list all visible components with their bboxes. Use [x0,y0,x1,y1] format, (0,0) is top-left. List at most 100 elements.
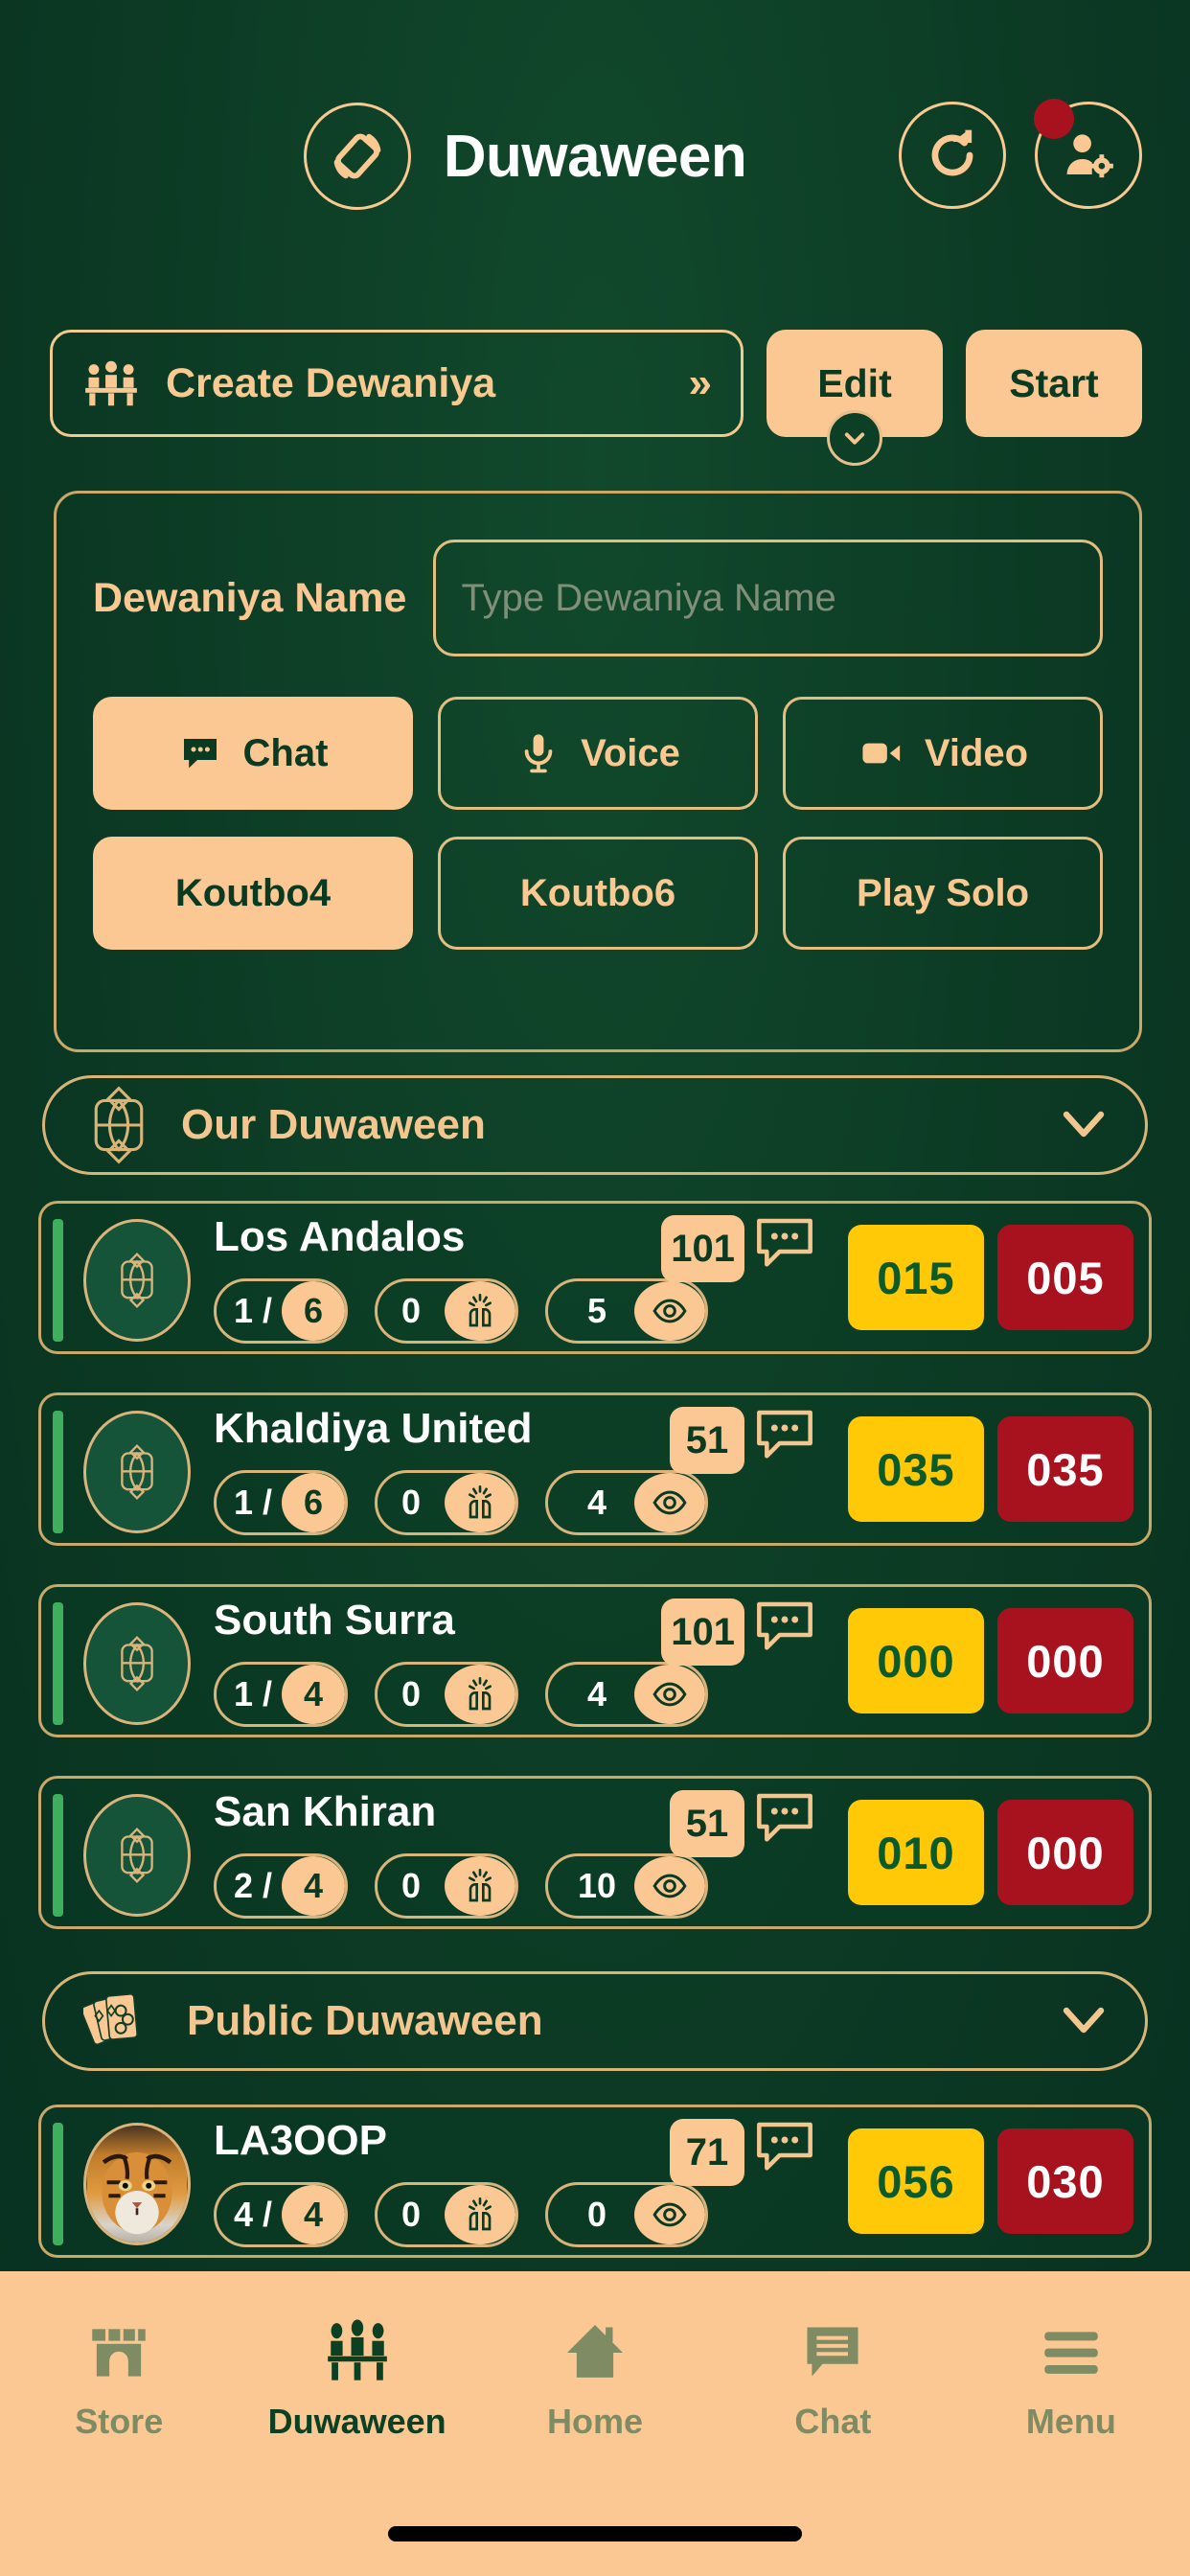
profile-settings-button[interactable] [1034,99,1142,209]
mode-option-voice[interactable]: Voice [438,697,758,810]
game-option-play-solo[interactable]: Play Solo [783,837,1103,950]
message-count-badge: 101 [661,1215,744,1282]
table-row[interactable]: LA3OOP 4 / 4 0 0 71 056 030 [38,2104,1152,2258]
chat-bubble-icon [807,2327,858,2377]
claps-count: 0 [400,1291,422,1330]
chat-bubble-icon [183,739,217,769]
nav-label-menu: Menu [1025,2402,1116,2441]
dewaniya-name-row: Dewaniya Name [93,540,1103,656]
edit-button-label: Edit [817,360,892,405]
score-red: 000 [997,1800,1133,1905]
row-title: South Surra [214,1597,455,1644]
messages-group: 101 [661,1598,815,1666]
arabesque-ornament-icon [121,1828,153,1883]
header-actions [899,99,1142,209]
create-dewaniya-button[interactable]: Create Dewaniya » [50,330,744,437]
mode-option-voice-label: Voice [581,731,680,774]
celebration-hands-icon [445,1473,515,1532]
score-red: 005 [997,1225,1133,1330]
seats-pill: 1 / 6 [214,1470,348,1535]
message-count-badge: 51 [670,1790,744,1857]
seats-total: 4 [282,2185,345,2244]
chevron-down-icon[interactable] [1061,1995,1107,2047]
score-group: 035 035 [848,1416,1133,1522]
seats-total: 6 [282,1281,345,1341]
nav-item-chat[interactable]: Chat [714,2317,951,2442]
eye-icon [634,1281,705,1341]
create-dewaniya-panel: Dewaniya Name Chat Vo [54,491,1142,1052]
seats-pill: 1 / 4 [214,1662,348,1727]
arabesque-ornament-icon [94,1086,144,1164]
table-row[interactable]: San Khiran 2 / 4 0 10 51 010 000 [38,1776,1152,1929]
claps-pill: 0 [375,1278,518,1344]
rotate-device-button[interactable] [303,103,411,210]
nav-label-store: Store [75,2402,164,2441]
claps-pill: 0 [375,1662,518,1727]
game-option-koutbo4[interactable]: Koutbo4 [93,837,413,950]
score-red: 000 [997,1608,1133,1714]
avatar [83,2123,191,2245]
score-yellow: 010 [848,1800,984,1905]
video-camera-icon [862,743,901,764]
avatar [83,1794,191,1917]
store-icon [92,2329,146,2377]
mode-option-chat[interactable]: Chat [93,697,413,810]
claps-count: 0 [400,1674,422,1714]
section-header-our-duwaween[interactable]: Our Duwaween [42,1075,1148,1175]
section-header-public-duwaween[interactable]: Public Duwaween [42,1971,1148,2071]
arabesque-ornament-icon [121,1636,153,1691]
row-stats: 1 / 6 0 5 [214,1278,708,1344]
table-row[interactable]: Los Andalos 1 / 6 0 5 101 015 005 [38,1201,1152,1354]
claps-count: 0 [400,2195,422,2234]
table-row[interactable]: South Surra 1 / 4 0 4 101 000 000 [38,1584,1152,1737]
messages-group: 101 [661,1215,815,1282]
eye-icon [634,1473,705,1532]
row-title: San Khiran [214,1788,437,1835]
notification-badge [1034,99,1074,139]
tiger-photo [86,2126,188,2242]
claps-pill: 0 [375,2182,518,2247]
claps-count: 0 [400,1483,422,1522]
nav-item-menu[interactable]: Menu [952,2317,1190,2442]
table-row[interactable]: Khaldiya United 1 / 6 0 4 51 035 035 [38,1392,1152,1546]
celebration-hands-icon [445,1856,515,1916]
dewaniya-name-input[interactable] [433,540,1103,656]
message-count-badge: 51 [670,1407,744,1474]
mode-option-video[interactable]: Video [783,697,1103,810]
chat-bubble-icon [757,1601,812,1650]
chevron-down-icon[interactable] [1061,1099,1107,1151]
edit-button[interactable]: Edit [767,330,943,466]
chat-bubble-icon [757,1410,812,1459]
start-button[interactable]: Start [966,330,1142,437]
game-option-row: Koutbo4 Koutbo6 Play Solo [93,837,1103,950]
app-screen: Duwaween Create Dewaniya » Edit Start De… [0,0,1190,2576]
seats-pill: 2 / 4 [214,1853,348,1919]
score-group: 010 000 [848,1800,1133,1905]
eye-icon [634,1665,705,1724]
start-button-label: Start [1009,360,1099,405]
views-pill: 5 [545,1278,708,1344]
score-yellow: 035 [848,1416,984,1522]
playing-cards-icon [83,1993,138,2046]
microphone-icon [524,734,553,773]
nav-item-home[interactable]: Home [476,2317,714,2442]
seats-total: 4 [282,1665,345,1724]
seats-current: 1 [234,1674,254,1714]
seats-pill: 4 / 4 [214,2182,348,2247]
claps-count: 0 [400,1866,422,1905]
chat-bubble-icon [757,1793,812,1842]
row-title: LA3OOP [214,2117,387,2164]
chat-bubble-icon [757,2122,812,2171]
eye-icon [634,1856,705,1916]
score-group: 015 005 [848,1225,1133,1330]
chat-bubble-icon [757,1218,812,1267]
nav-item-store[interactable]: Store [0,2317,238,2442]
game-option-koutbo6[interactable]: Koutbo6 [438,837,758,950]
arabesque-ornament-icon [121,1253,153,1308]
refresh-button[interactable] [899,102,1006,209]
row-stats: 4 / 4 0 0 [214,2182,708,2247]
edit-expand-button[interactable] [827,410,882,466]
home-icon [567,2325,623,2378]
section-title-public-duwaween: Public Duwaween [187,1997,543,2044]
nav-item-duwaween[interactable]: Duwaween [238,2317,475,2442]
